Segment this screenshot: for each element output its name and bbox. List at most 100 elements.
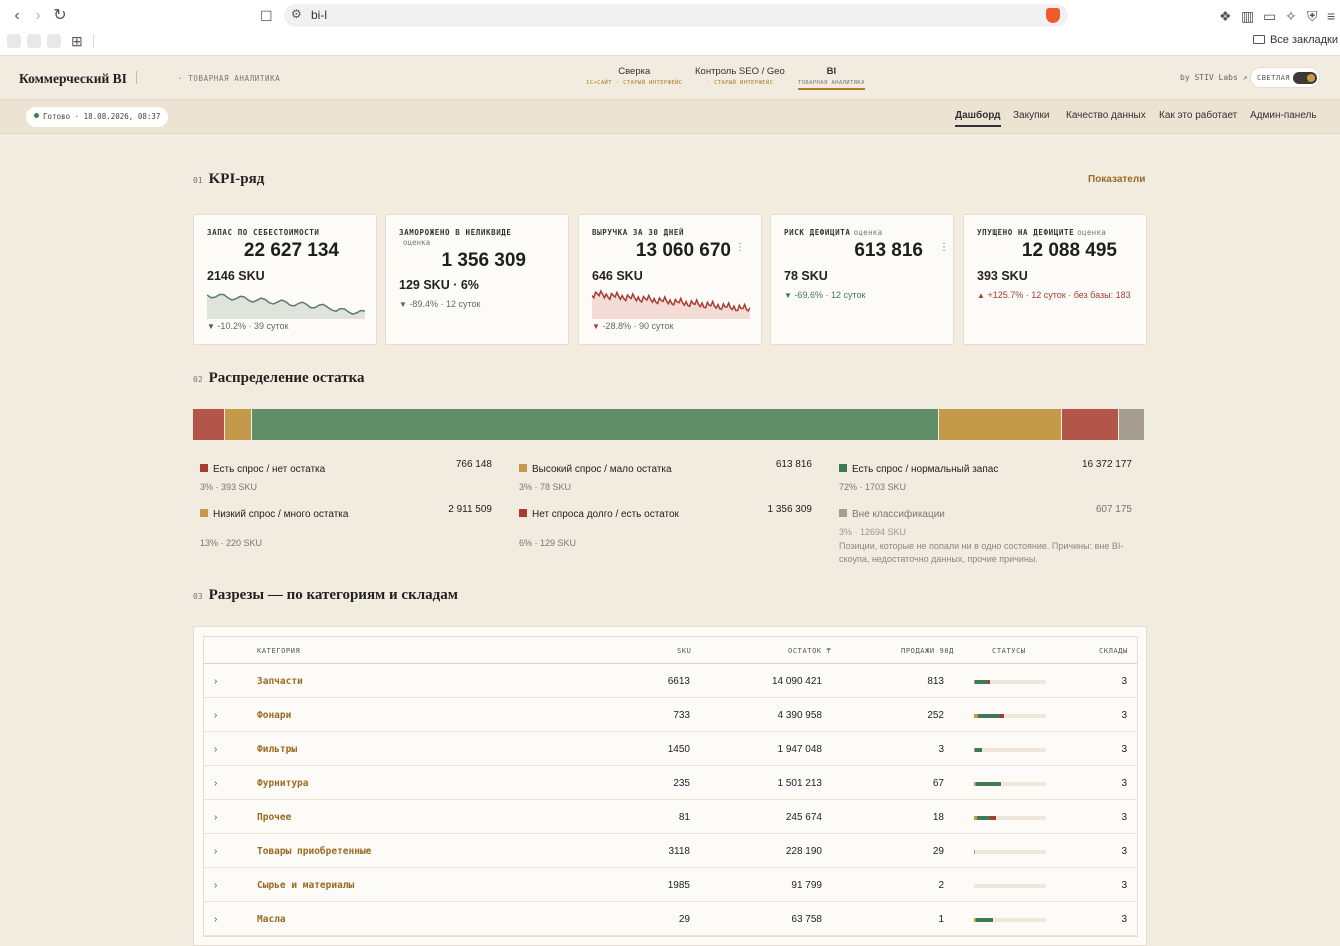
menu-icon[interactable]: ≡	[1327, 8, 1335, 24]
nav-dashboard[interactable]: Дашборд	[955, 110, 1001, 127]
kpi-sparkline	[592, 289, 750, 319]
sub-navigation: Готово · 18.08.2026, 08:37 Дашборд Закуп…	[0, 100, 1340, 134]
category-name[interactable]: Сырье и материалы	[257, 880, 354, 891]
delta-arrow-icon: ▼	[207, 322, 215, 331]
category-name[interactable]: Товары приобретенные	[257, 846, 371, 857]
apps-grid-icon[interactable]: ⊞	[71, 33, 83, 50]
kpi-card-lost-on-deficit[interactable]: УПУЩЕНО НА ДЕФИЦИТЕ оценка 12 088 495 393…	[963, 214, 1147, 345]
delta-arrow-icon: ▼	[592, 322, 600, 331]
kpi-card-revenue[interactable]: ВЫРУЧКА ЗА 30 ДНЕЙ 13 060 670 ⋮ 646 SKU …	[578, 214, 762, 345]
legend-item[interactable]: Вне классификации 607 175 3% · 12694 SKU…	[839, 504, 1132, 566]
distribution-segment[interactable]	[939, 409, 1063, 440]
tab-label: Сверка	[618, 66, 651, 77]
bookmark-favicon[interactable]	[7, 34, 21, 48]
kpi-sku: 393 SKU	[977, 269, 1028, 283]
expand-chevron-icon[interactable]: ›	[214, 778, 217, 789]
table-row[interactable]: › Прочее 81 245 674 18 3	[204, 800, 1137, 834]
expand-chevron-icon[interactable]: ›	[214, 812, 217, 823]
extensions-icon[interactable]: ❖	[1219, 8, 1232, 25]
leo-ai-icon[interactable]: ✧	[1285, 8, 1297, 25]
distribution-segment[interactable]	[225, 409, 253, 440]
reload-icon[interactable]: ↻	[50, 6, 70, 26]
kpi-card-frozen[interactable]: ЗАМОРОЖЕНО В НЕЛИКВИДЕ оценка 1 356 309 …	[385, 214, 569, 345]
kpi-sku: 646 SKU	[592, 269, 643, 283]
brand-title[interactable]: Коммерческий BI	[19, 71, 127, 87]
back-icon[interactable]: ‹	[7, 6, 27, 26]
col-statuses[interactable]: СТАТУСЫ	[992, 647, 1026, 655]
nav-data-quality[interactable]: Качество данных	[1066, 110, 1146, 121]
nav-how-it-works[interactable]: Как это работает	[1159, 110, 1237, 121]
site-settings-icon[interactable]: ⚙	[291, 7, 302, 21]
tab-bi[interactable]: BI ТОВАРНАЯ АНАЛИТИКА	[798, 66, 865, 90]
cuts-section-heading: 03 Разрезы — по категориям и складам	[193, 586, 458, 604]
expand-chevron-icon[interactable]: ›	[214, 676, 217, 687]
more-icon[interactable]: ⋮	[939, 242, 949, 253]
nav-admin[interactable]: Админ-панель	[1250, 110, 1317, 121]
category-name[interactable]: Прочее	[257, 812, 291, 823]
brave-shield-icon[interactable]	[1046, 8, 1060, 23]
kpi-label-text: ЗАМОРОЖЕНО В НЕЛИКВИДЕ	[399, 228, 512, 237]
legend-name: Нет спроса долго / есть остаток	[532, 509, 679, 520]
category-name[interactable]: Запчасти	[257, 676, 303, 687]
expand-chevron-icon[interactable]: ›	[214, 880, 217, 891]
col-sales[interactable]: ПРОДАЖИ 90Д	[901, 647, 954, 655]
indicators-link[interactable]: Показатели	[1088, 174, 1145, 185]
toggle-switch[interactable]	[1293, 72, 1317, 84]
tab-sverka[interactable]: Сверка 1С+САЙТ · СТАРЫЙ ИНТЕРФЕЙС	[586, 66, 683, 86]
legend-item[interactable]: Высокий спрос / мало остатка 613 816 3% …	[519, 459, 812, 492]
bookmark-icon[interactable]: ☐	[260, 8, 273, 25]
distribution-segment[interactable]	[193, 409, 226, 440]
category-name[interactable]: Фильтры	[257, 744, 297, 755]
more-icon[interactable]: ⋮	[735, 242, 745, 253]
legend-item[interactable]: Есть спрос / нет остатка 766 148 3% · 39…	[200, 459, 492, 492]
kpi-estimate-note: оценка	[1077, 228, 1107, 237]
table-row[interactable]: › Фильтры 1450 1 947 048 3 3	[204, 732, 1137, 766]
wallet-icon[interactable]: ▭	[1263, 8, 1276, 25]
expand-chevron-icon[interactable]: ›	[214, 744, 217, 755]
table-row[interactable]: › Фурнитура 235 1 501 213 67 3	[204, 766, 1137, 800]
category-name[interactable]: Фонари	[257, 710, 291, 721]
table-row[interactable]: › Товары приобретенные 3118 228 190 29 3	[204, 834, 1137, 868]
distribution-segment[interactable]	[1119, 409, 1146, 440]
status-segment	[974, 850, 976, 854]
vpn-shield-icon[interactable]: ⛨	[1307, 8, 1318, 25]
bookmark-favicon[interactable]	[47, 34, 61, 48]
kpi-estimate-note: оценка	[403, 238, 431, 247]
address-bar[interactable]: ⚙ bi-l	[284, 4, 1068, 27]
theme-toggle[interactable]: СВЕТЛАЯ	[1250, 67, 1320, 88]
byline-link[interactable]: by STIV Labs ↗	[1180, 73, 1247, 82]
col-sku[interactable]: SKU	[677, 647, 691, 655]
all-bookmarks[interactable]: Все закладки	[1252, 34, 1338, 46]
col-stock[interactable]: ОСТАТОК ₸	[788, 647, 831, 655]
expand-chevron-icon[interactable]: ›	[214, 846, 217, 857]
sidebar-icon[interactable]: ▥	[1241, 8, 1254, 25]
legend-item[interactable]: Есть спрос / нормальный запас 16 372 177…	[839, 459, 1132, 492]
distribution-segment[interactable]	[1062, 409, 1120, 440]
expand-chevron-icon[interactable]: ›	[214, 914, 217, 925]
col-category[interactable]: КАТЕГОРИЯ	[257, 647, 300, 655]
forward-icon[interactable]: ›	[28, 6, 48, 26]
nav-purchases[interactable]: Закупки	[1013, 110, 1049, 121]
legend-item[interactable]: Низкий спрос / много остатка 2 911 509 1…	[200, 504, 492, 548]
col-warehouses[interactable]: СКЛАДЫ	[1099, 647, 1128, 655]
category-name[interactable]: Фурнитура	[257, 778, 308, 789]
category-name[interactable]: Масла	[257, 914, 286, 925]
legend-amount: 607 175	[1095, 504, 1132, 515]
table-row[interactable]: › Сырье и материалы 1985 91 799 2 3	[204, 868, 1137, 902]
table-row[interactable]: › Масла 29 63 758 1 3	[204, 902, 1137, 936]
table-row[interactable]: › Запчасти 6613 14 090 421 813 3	[204, 664, 1137, 698]
legend-item[interactable]: Нет спроса долго / есть остаток 1 356 30…	[519, 504, 812, 548]
legend-amount: 766 148	[455, 459, 492, 470]
table-row[interactable]: › Фонари 733 4 390 958 252 3	[204, 698, 1137, 732]
tab-seo-geo[interactable]: Контроль SEO / Geo · СТАРЫЙ ИНТЕРФЕЙС	[695, 66, 785, 86]
url-text[interactable]: bi-l	[311, 8, 327, 22]
tab-sublabel: · СТАРЫЙ ИНТЕРФЕЙС	[706, 80, 774, 86]
bookmark-favicon[interactable]	[27, 34, 41, 48]
distribution-segment[interactable]	[252, 409, 939, 440]
legend-swatch	[200, 509, 208, 517]
kpi-card-stock-cost[interactable]: ЗАПАС ПО СЕБЕСТОИМОСТИ 22 627 134 2146 S…	[193, 214, 377, 345]
kpi-label: РИСК ДЕФИЦИТА оценка	[784, 228, 882, 237]
expand-chevron-icon[interactable]: ›	[214, 710, 217, 721]
kpi-card-deficit-risk[interactable]: РИСК ДЕФИЦИТА оценка 613 816 ⋮ 78 SKU ▼ -…	[770, 214, 954, 345]
cell-sku: 6613	[667, 676, 690, 687]
